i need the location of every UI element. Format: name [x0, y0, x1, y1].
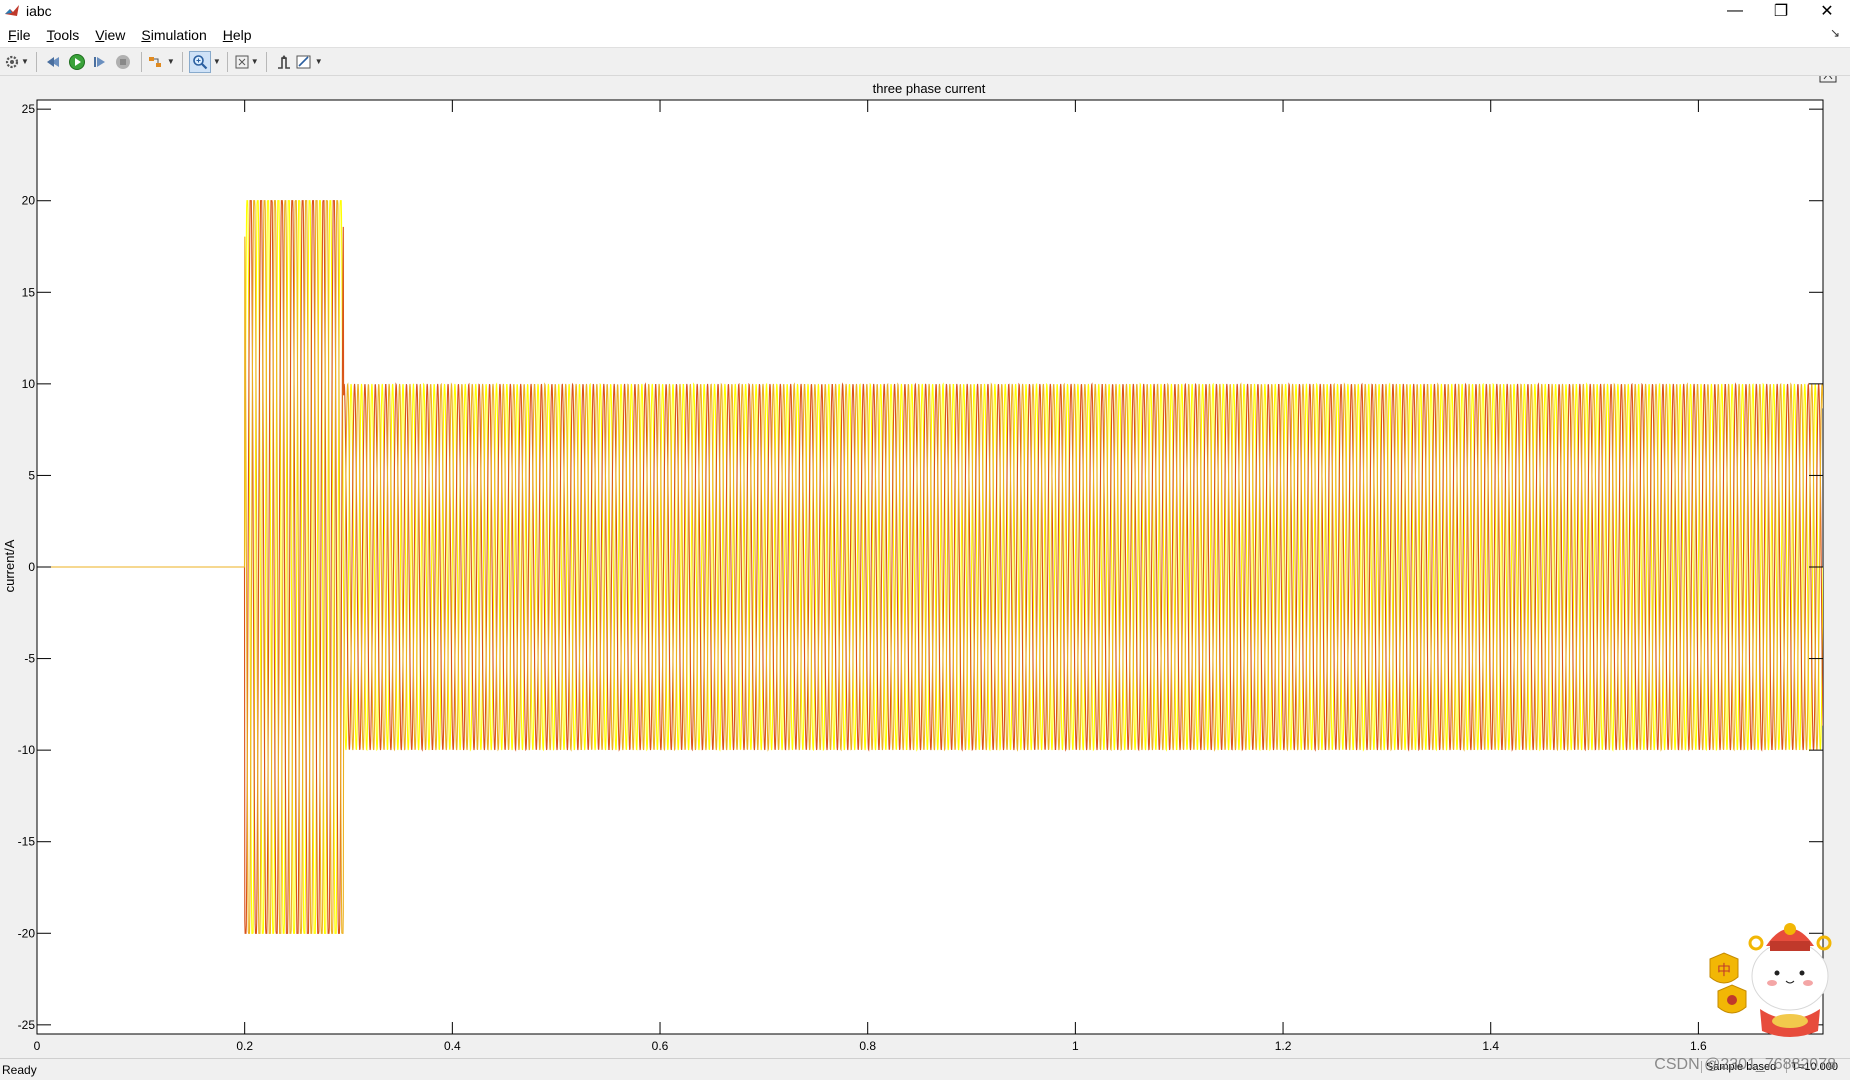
y-tick-label: -10 — [18, 743, 36, 757]
window-title: iabc — [26, 3, 52, 19]
menu-tools-rest: ools — [53, 26, 80, 43]
y-tick-label: -20 — [18, 926, 36, 940]
menu-view-key: V — [95, 26, 105, 43]
undock-icon[interactable]: ↘ — [1830, 26, 1840, 40]
stop-button[interactable] — [112, 51, 134, 73]
menu-help-rest: elp — [232, 26, 252, 43]
menu-file[interactable]: File — [0, 27, 39, 43]
y-tick-label: -25 — [18, 1018, 36, 1032]
menu-simulation-rest: imulation — [150, 26, 207, 43]
triggers-icon — [277, 54, 290, 69]
highlight-button[interactable]: ▼ — [148, 51, 175, 73]
menu-view-rest: iew — [104, 26, 126, 43]
menu-simulation[interactable]: Simulation — [133, 27, 214, 43]
run-icon — [68, 53, 85, 70]
status-bar: Ready Sample based T=10.000 — [0, 1058, 1850, 1080]
x-tick-label: 1 — [1072, 1039, 1079, 1053]
window-controls: — ❐ ✕ — [1712, 0, 1850, 22]
menu-file-rest: ile — [16, 26, 31, 43]
x-tick-label: 0.8 — [859, 1039, 876, 1053]
mascot-sticker-icon: 中 — [1709, 923, 1832, 1037]
zoom-icon — [193, 54, 208, 69]
y-tick-label: -5 — [24, 652, 35, 666]
chevron-down-icon[interactable]: ▼ — [315, 57, 323, 66]
x-tick-label: 1.2 — [1275, 1039, 1292, 1053]
menu-help-key: H — [222, 26, 233, 43]
toolbar-separator — [35, 51, 37, 72]
status-text: Ready — [2, 1062, 37, 1077]
x-tick-label: 0 — [34, 1039, 41, 1053]
x-tick-label: 0.6 — [652, 1039, 669, 1053]
y-tick-label: 15 — [22, 285, 36, 299]
x-tick-label: 0.2 — [236, 1039, 253, 1053]
toolbar-separator — [140, 51, 142, 72]
step-forward-icon — [93, 56, 105, 67]
svg-text:中: 中 — [1717, 963, 1731, 979]
highlight-icon — [148, 56, 161, 67]
chevron-down-icon[interactable]: ▼ — [167, 57, 175, 66]
menu-tools-key: T — [46, 26, 54, 43]
toolbar-separator — [181, 51, 183, 72]
matlab-logo-icon — [4, 3, 20, 19]
chart-ylabel: current/A — [2, 539, 17, 592]
minimize-button[interactable]: — — [1712, 0, 1758, 22]
scope-display[interactable]: three phase current current/A 0 0.2 0.4 0.6… — [0, 76, 1850, 1058]
step-back-button[interactable] — [43, 51, 65, 73]
toolbar-separator — [265, 51, 267, 72]
chevron-down-icon[interactable]: ▼ — [251, 57, 259, 66]
title-bar: iabc — ❐ ✕ — [0, 0, 1850, 22]
y-tick-label: 20 — [22, 194, 36, 208]
menu-file-key: F — [8, 26, 17, 43]
stop-icon — [115, 54, 130, 69]
step-forward-button[interactable] — [89, 51, 111, 73]
menu-view[interactable]: View — [87, 27, 133, 43]
measurements-button[interactable]: ▼ — [296, 51, 323, 73]
toolbar-separator — [226, 51, 228, 72]
chevron-down-icon[interactable]: ▼ — [21, 57, 29, 66]
y-tick-label: 0 — [28, 560, 35, 574]
toolbar: ▼ ▼ ▼ ▼ ▼ — [0, 48, 1850, 76]
restore-button[interactable]: ❐ — [1758, 0, 1804, 22]
close-button[interactable]: ✕ — [1804, 0, 1850, 22]
fit-to-view-icon — [235, 55, 249, 68]
measurements-icon — [296, 55, 311, 68]
chart-canvas: three phase current current/A 0 0.2 0.4 0.6… — [0, 76, 1850, 1058]
menu-simulation-key: S — [141, 26, 151, 43]
y-tick-label: 5 — [28, 468, 35, 482]
step-back-icon — [46, 56, 59, 67]
y-tick-label: 10 — [22, 377, 36, 391]
triggers-button[interactable] — [273, 51, 295, 73]
chart-title: three phase current — [873, 81, 986, 96]
maximize-axes-icon[interactable] — [1819, 76, 1837, 83]
fit-to-view-button[interactable]: ▼ — [234, 51, 259, 73]
run-button[interactable] — [66, 51, 88, 73]
chevron-down-icon[interactable]: ▼ — [213, 57, 221, 66]
menu-bar: File Tools View Simulation Help ↘ — [0, 22, 1850, 48]
watermark: CSDN @2301_76882078 — [1654, 1056, 1836, 1073]
zoom-button[interactable] — [188, 50, 211, 73]
y-tick-label: 25 — [22, 102, 36, 116]
settings-button[interactable]: ▼ — [4, 51, 29, 73]
y-tick-label: -15 — [18, 835, 36, 849]
menu-tools[interactable]: Tools — [39, 27, 88, 43]
x-tick-label: 1.4 — [1482, 1039, 1499, 1053]
x-tick-label: 0.4 — [444, 1039, 461, 1053]
settings-icon — [5, 55, 19, 68]
menu-help[interactable]: Help — [215, 27, 260, 43]
